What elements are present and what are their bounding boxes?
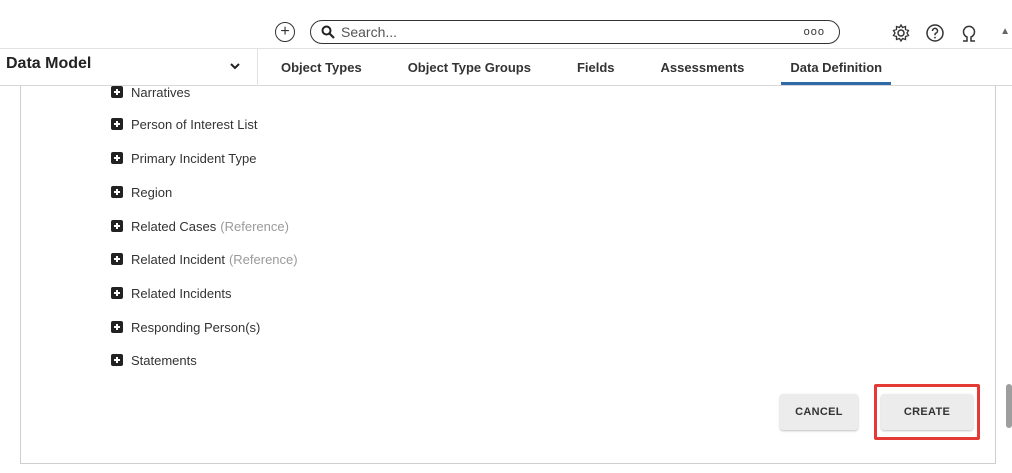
list-item[interactable]: Statements: [111, 350, 197, 370]
search-bar[interactable]: Search... ooo: [310, 20, 840, 44]
module-nav: Data Model Object Types Object Type Grou…: [0, 48, 1012, 86]
module-title: Data Model: [6, 55, 92, 72]
chevron-down-icon[interactable]: [229, 59, 241, 77]
help-icon[interactable]: [924, 22, 946, 44]
item-label: Related Incident: [131, 251, 225, 267]
search-options-icon[interactable]: ooo: [804, 26, 825, 38]
create-button[interactable]: CREATE: [881, 394, 973, 430]
item-label: Primary Incident Type: [131, 150, 257, 166]
item-label: Statements: [131, 352, 197, 368]
expand-icon[interactable]: [111, 287, 123, 299]
expand-icon[interactable]: [111, 118, 123, 130]
panel-bottom-border: [20, 463, 996, 464]
cancel-button[interactable]: CANCEL: [780, 394, 858, 430]
expand-icon[interactable]: [111, 253, 123, 265]
tab-assessments[interactable]: Assessments: [638, 49, 768, 86]
list-item[interactable]: Related Incident (Reference): [111, 249, 298, 269]
list-item[interactable]: Related Incidents: [111, 283, 231, 303]
expand-icon[interactable]: [111, 186, 123, 198]
search-icon: [321, 25, 335, 39]
scroll-up-icon[interactable]: ▲: [1000, 26, 1010, 37]
tab-object-type-groups[interactable]: Object Type Groups: [385, 49, 554, 86]
item-label: Region: [131, 184, 173, 200]
gear-icon[interactable]: [890, 22, 912, 44]
scrollbar[interactable]: [1006, 384, 1012, 428]
reference-tag: (Reference): [220, 218, 289, 234]
tab-object-types[interactable]: Object Types: [258, 49, 385, 86]
expand-icon[interactable]: [111, 152, 123, 164]
user-icon[interactable]: [958, 22, 980, 44]
tab-bar: Object Types Object Type Groups Fields A…: [258, 49, 905, 86]
expand-icon[interactable]: [111, 86, 123, 98]
top-bar: + Search... ooo ▲: [0, 0, 1012, 48]
list-item[interactable]: Narratives: [111, 82, 190, 102]
list-item[interactable]: Responding Person(s): [111, 317, 260, 337]
item-label: Related Incidents: [131, 285, 232, 301]
tab-data-definition[interactable]: Data Definition: [767, 49, 905, 86]
item-label: Responding Person(s): [131, 319, 261, 335]
list-item[interactable]: Primary Incident Type: [111, 148, 256, 168]
data-definition-panel: Narratives Person of Interest List Prima…: [20, 85, 996, 464]
list-item[interactable]: Person of Interest List: [111, 114, 257, 134]
expand-icon[interactable]: [111, 354, 123, 366]
item-label: Narratives: [131, 84, 191, 100]
module-selector[interactable]: Data Model: [0, 49, 258, 86]
reference-tag: (Reference): [228, 251, 298, 267]
list-item[interactable]: Related Cases (Reference): [111, 216, 289, 236]
list-item[interactable]: Region: [111, 182, 172, 202]
expand-icon[interactable]: [111, 321, 123, 333]
tab-fields[interactable]: Fields: [554, 49, 638, 86]
expand-icon[interactable]: [111, 220, 123, 232]
item-label: Person of Interest List: [131, 116, 258, 132]
item-label: Related Cases: [131, 218, 217, 234]
add-icon[interactable]: +: [275, 22, 295, 42]
search-input[interactable]: Search...: [341, 24, 397, 40]
